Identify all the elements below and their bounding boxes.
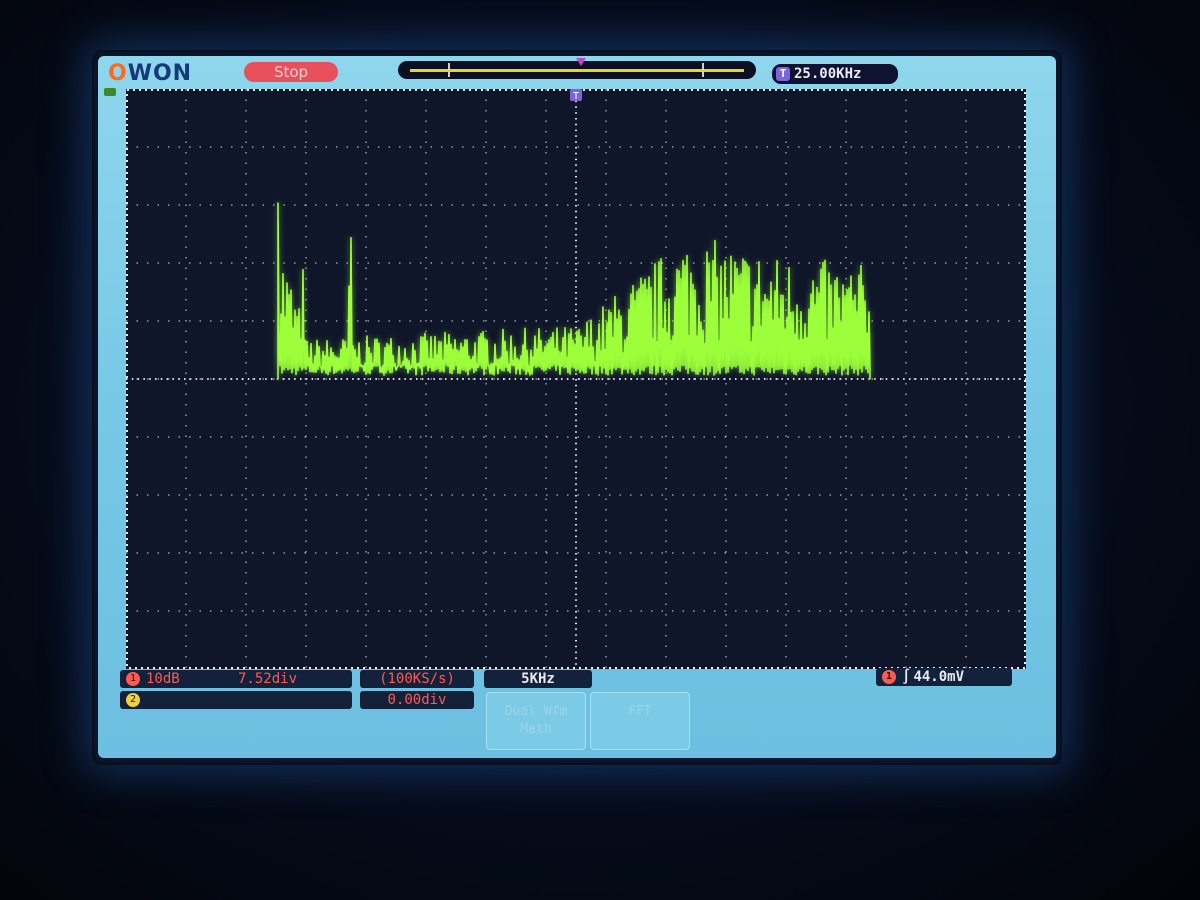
softkey-1-label-line2: Math: [520, 722, 552, 737]
trigger-source-icon: 1: [882, 670, 896, 684]
trigger-position-top-icon: [576, 58, 586, 66]
brand-logo-text: WON: [127, 60, 193, 86]
channel1-scale: 10dB: [146, 671, 180, 687]
memory-window-left-bracket: [448, 63, 450, 77]
memory-window-right-bracket: [702, 63, 704, 77]
channel1-readout[interactable]: 1 10dB 7.52div: [120, 670, 352, 688]
trigger-readout[interactable]: 1 ∫ 44.0mV: [876, 668, 1012, 686]
graticule: T: [126, 89, 1026, 669]
channel1-badge-icon: 1: [126, 672, 140, 686]
softkey-1-label-line1: Dual Wfm: [504, 704, 568, 719]
softkey-dual-wfm-math[interactable]: Dual Wfm Math: [486, 692, 586, 750]
run-stop-status[interactable]: Stop: [244, 62, 338, 82]
waveform-display: T: [126, 89, 1026, 669]
time-badge-icon: T: [776, 67, 790, 81]
horizontal-scale[interactable]: 5KHz: [484, 670, 592, 688]
softkey-fft[interactable]: FFT: [590, 692, 690, 750]
brand-logo: O WON: [108, 60, 193, 86]
rising-edge-icon: ∫: [902, 669, 911, 685]
svg-text:T: T: [573, 91, 579, 102]
softkey-2-label-line1: FFT: [628, 704, 652, 719]
trigger-marker-icon: T: [570, 89, 582, 102]
frequency-value: 25.00KHz: [794, 66, 862, 82]
brand-logo-o: O: [108, 60, 128, 86]
frequency-readout: T 25.00KHz: [772, 64, 898, 84]
math-offset: 0.00div: [360, 691, 474, 709]
oscilloscope-screen: O WON Stop T 25.00KHz T 1 10dB 7.52div 2 (…: [98, 56, 1056, 758]
channel-marker-icon: [104, 88, 116, 96]
channel2-readout[interactable]: 2: [120, 691, 352, 709]
channel2-badge-icon: 2: [126, 693, 140, 707]
math-sample-rate: (100KS/s): [360, 670, 474, 688]
memory-window-fill: [410, 69, 744, 72]
trigger-level: 44.0mV: [913, 669, 965, 685]
channel1-position: 7.52div: [238, 671, 298, 687]
